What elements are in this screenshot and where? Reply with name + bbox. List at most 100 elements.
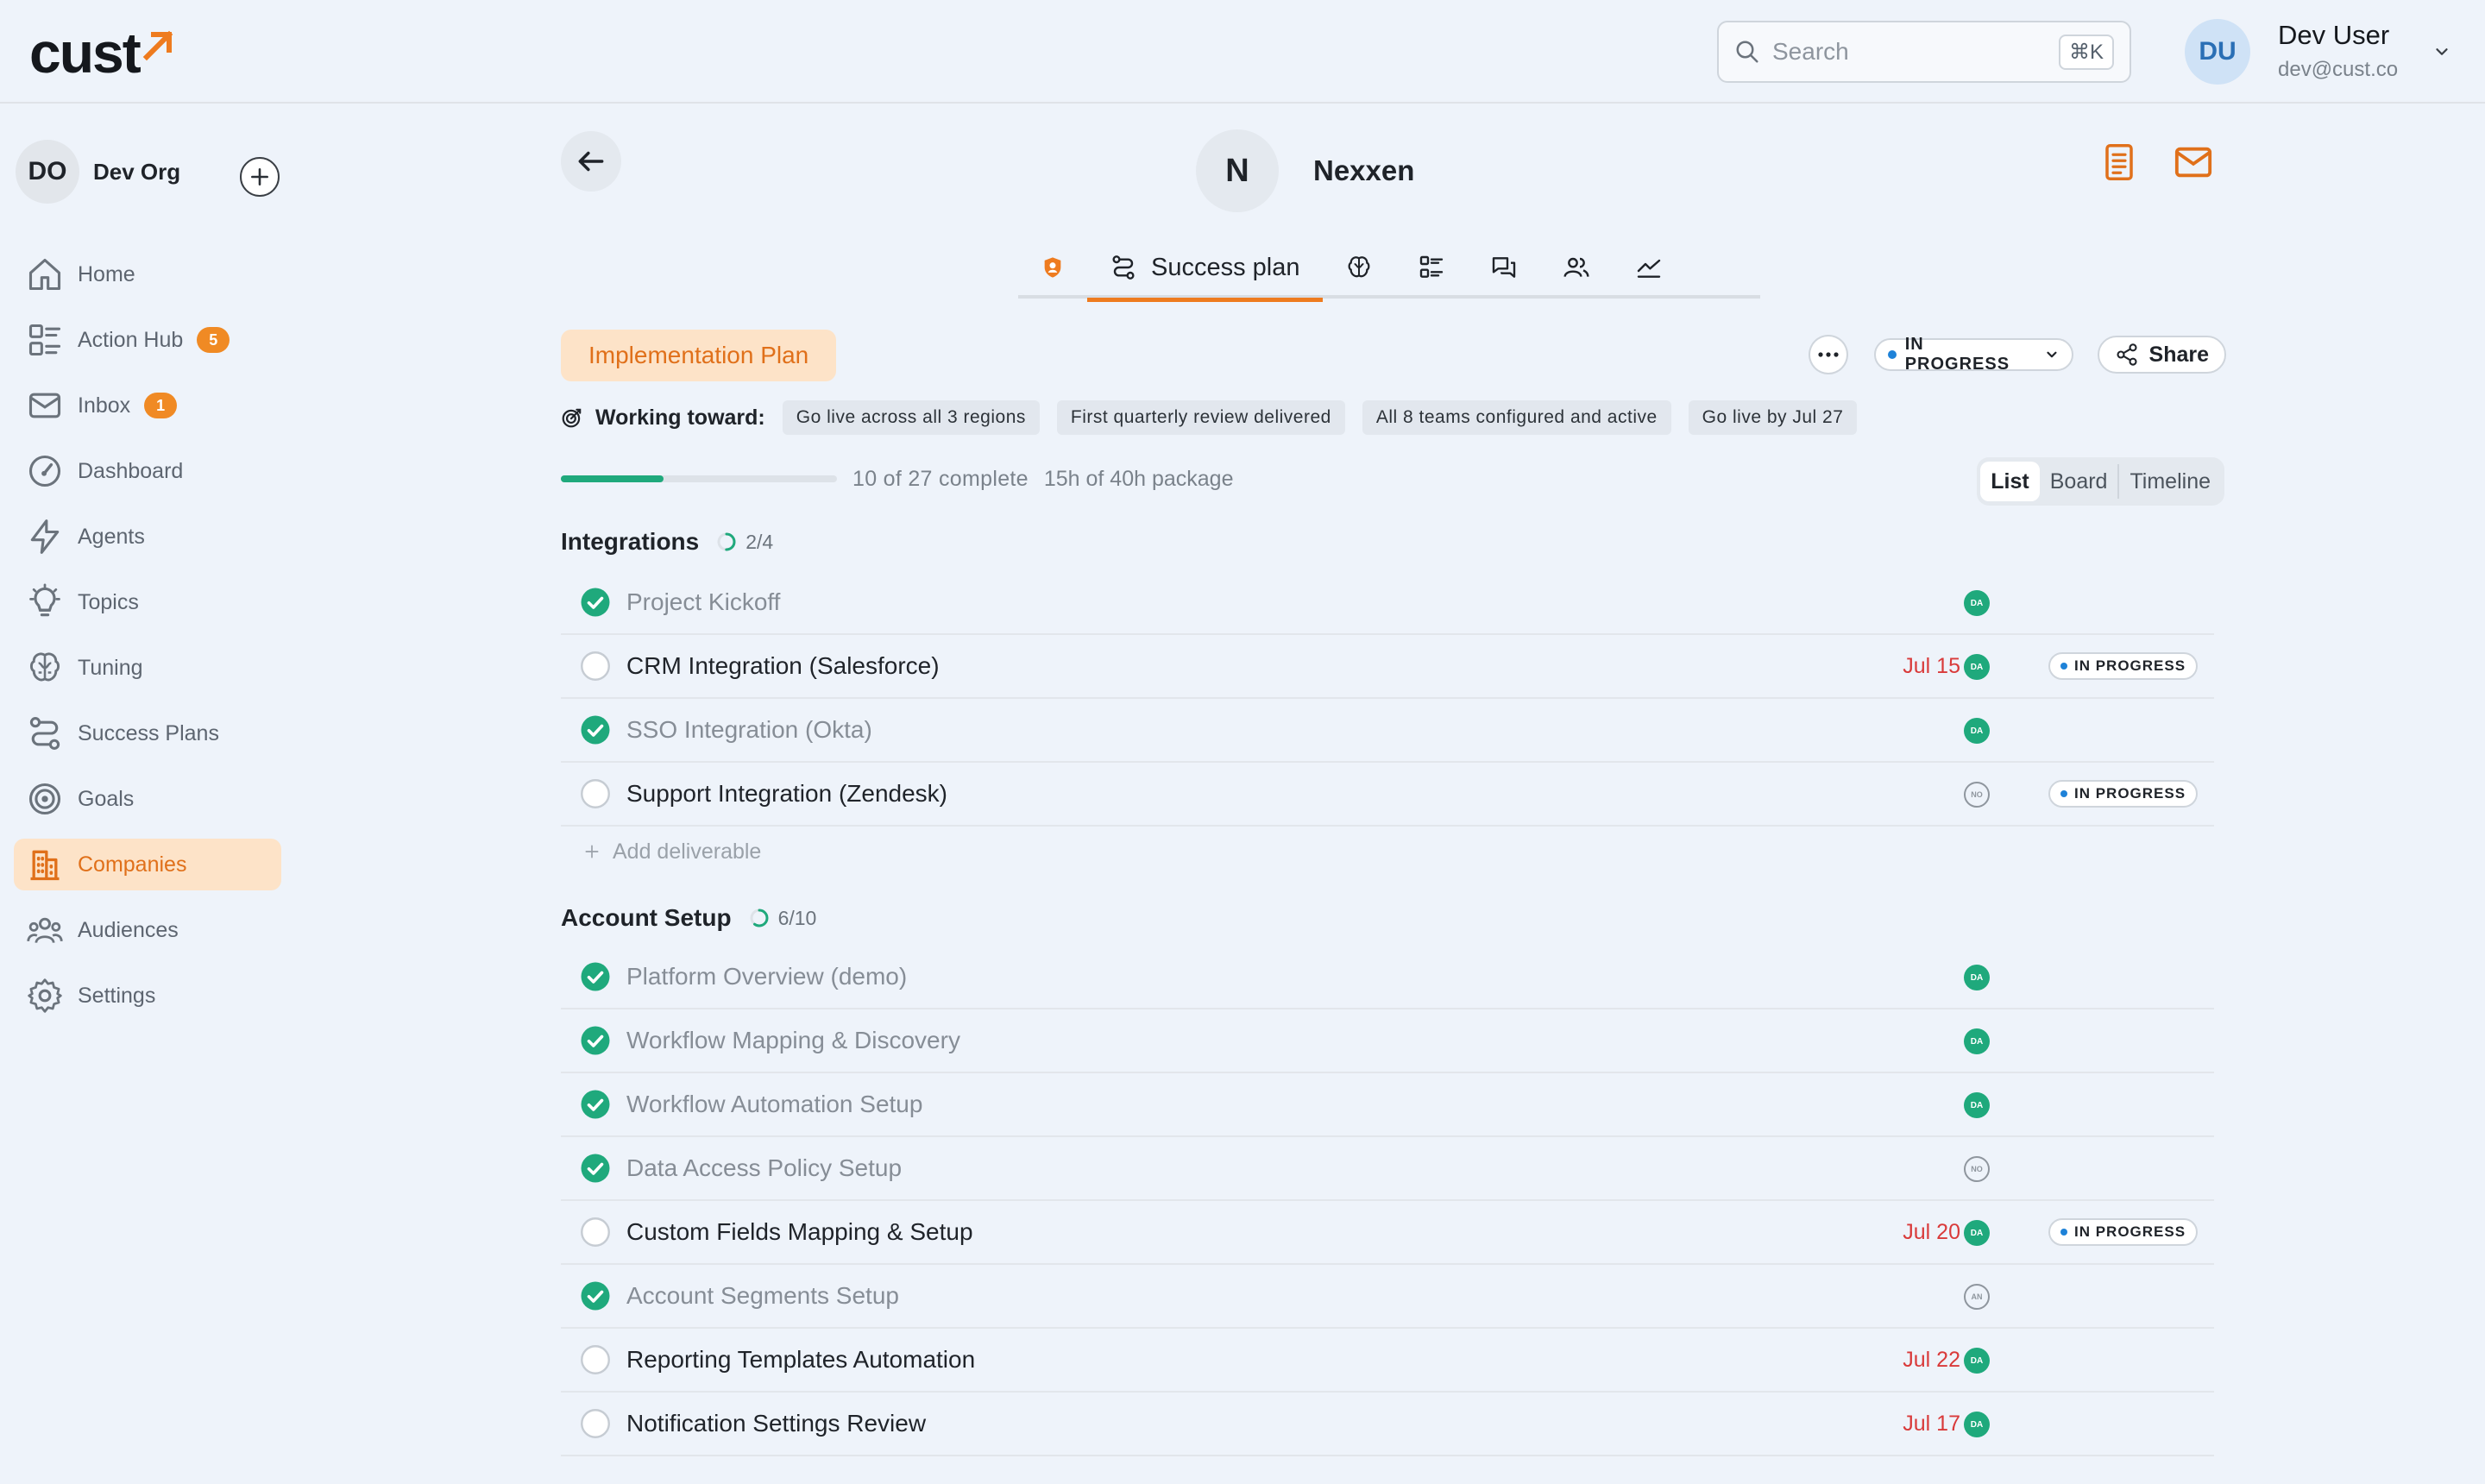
sidebar-item-companies[interactable]: Companies xyxy=(14,839,281,890)
table-row[interactable]: Workflow Automation Setup DA xyxy=(561,1073,2214,1137)
status-badge[interactable]: IN PROGRESS xyxy=(2048,780,2199,808)
table-row[interactable]: CRM Integration (Salesforce) Jul 15 DA I… xyxy=(561,635,2214,699)
sidebar-item-success-plans[interactable]: Success Plans xyxy=(14,707,281,759)
assignee-avatar[interactable]: AN xyxy=(1964,1284,1990,1310)
sidebar-item-goals[interactable]: Goals xyxy=(14,773,281,825)
add-deliverable-button[interactable]: Add deliverable xyxy=(561,827,2214,877)
empty-circle-icon[interactable] xyxy=(580,651,611,682)
sidebar-item-dashboard[interactable]: Dashboard xyxy=(14,445,281,497)
email-button[interactable] xyxy=(2171,140,2216,185)
plan-status-select[interactable]: IN PROGRESS xyxy=(1873,335,2073,374)
tab-success-plan[interactable]: Success plan xyxy=(1087,236,1323,302)
assignee-avatar[interactable]: DA xyxy=(1964,1220,1990,1246)
tab-contacts[interactable] xyxy=(1540,236,1613,299)
table-row[interactable]: Notification Settings Review Jul 17 DA xyxy=(561,1393,2214,1456)
sidebar-item-agents[interactable]: Agents xyxy=(14,511,281,563)
tab-analytics[interactable] xyxy=(1613,236,1685,299)
working-toward-label: Working toward: xyxy=(595,405,765,430)
add-org-button[interactable] xyxy=(240,157,280,197)
sidebar-item-tuning[interactable]: Tuning xyxy=(14,642,281,694)
assignee-avatar[interactable]: DA xyxy=(1964,1092,1990,1118)
plus-icon xyxy=(585,845,599,858)
check-circle-icon[interactable] xyxy=(580,714,611,745)
org-name: Dev Org xyxy=(93,158,181,185)
search-box[interactable]: ⌘K xyxy=(1717,21,2131,83)
goal-chip[interactable]: Go live by Jul 27 xyxy=(1688,400,1858,435)
sidebar-item-settings[interactable]: Settings xyxy=(14,970,281,1022)
assignee-avatar[interactable]: DA xyxy=(1964,965,1990,990)
table-row[interactable]: Platform Overview (demo) DA xyxy=(561,946,2214,1009)
assignee-avatar[interactable]: NO xyxy=(1964,782,1990,808)
goal-chip[interactable]: All 8 teams configured and active xyxy=(1362,400,1671,435)
sidebar-item-topics[interactable]: Topics xyxy=(14,576,281,628)
assignee-avatar[interactable]: DA xyxy=(1964,718,1990,744)
assignee-avatar[interactable]: DA xyxy=(1964,1412,1990,1437)
sidebar-item-label: Topics xyxy=(78,589,139,614)
plan-title[interactable]: Implementation Plan xyxy=(561,330,837,381)
users-icon xyxy=(1563,257,1589,277)
empty-circle-icon[interactable] xyxy=(580,1344,611,1375)
status-label: IN PROGRESS xyxy=(2074,1223,2186,1240)
share-button[interactable]: Share xyxy=(2097,336,2226,374)
deliverable-title: Account Segments Setup xyxy=(626,1282,899,1309)
check-circle-icon[interactable] xyxy=(580,587,611,618)
table-row[interactable]: Reporting Templates Automation Jul 22 DA xyxy=(561,1329,2214,1393)
table-row[interactable]: Workflow Mapping & Discovery DA xyxy=(561,1009,2214,1073)
status-badge[interactable]: IN PROGRESS xyxy=(2048,1218,2199,1246)
check-circle-icon[interactable] xyxy=(580,1280,611,1311)
table-row[interactable]: Project Kickoff DA xyxy=(561,571,2214,635)
deliverable-title: CRM Integration (Salesforce) xyxy=(626,652,940,679)
action-hub-icon xyxy=(28,324,61,356)
table-row[interactable]: Account Segments Setup AN xyxy=(561,1265,2214,1329)
table-row[interactable]: SSO Integration (Okta) DA xyxy=(561,699,2214,763)
view-timeline-button[interactable]: Timeline xyxy=(2119,462,2221,501)
status-badge[interactable]: IN PROGRESS xyxy=(2048,652,2199,680)
user-menu[interactable]: DU Dev User dev@cust.co xyxy=(2185,17,2451,86)
table-row[interactable]: Data Access Policy Setup NO xyxy=(561,1137,2214,1201)
plan-status-label: IN PROGRESS xyxy=(1904,335,2010,374)
assignee-avatar[interactable]: DA xyxy=(1964,1348,1990,1374)
view-board-button[interactable]: Board xyxy=(2040,462,2118,501)
assignee-avatar[interactable]: DA xyxy=(1964,654,1990,680)
notes-button[interactable] xyxy=(2097,140,2142,185)
deliverable-title: Platform Overview (demo) xyxy=(626,963,908,990)
tab-tasks[interactable] xyxy=(1395,236,1468,299)
search-input[interactable] xyxy=(1772,38,2059,66)
section-count: 6/10 xyxy=(777,906,817,929)
check-circle-icon[interactable] xyxy=(580,1089,611,1120)
check-circle-icon[interactable] xyxy=(580,1153,611,1184)
sidebar-item-action-hub[interactable]: Action Hub 5 xyxy=(14,314,281,366)
assignee-avatar[interactable]: DA xyxy=(1964,1028,1990,1054)
assignee-avatar[interactable]: DA xyxy=(1964,590,1990,616)
table-row[interactable]: Custom Fields Mapping & Setup Jul 20 DA … xyxy=(561,1201,2214,1265)
empty-circle-icon[interactable] xyxy=(580,1217,611,1248)
sidebar-item-inbox[interactable]: Inbox 1 xyxy=(14,380,281,431)
empty-circle-icon[interactable] xyxy=(580,778,611,809)
status-label: IN PROGRESS xyxy=(2074,657,2186,674)
mail-icon xyxy=(2174,147,2212,178)
empty-circle-icon[interactable] xyxy=(580,1408,611,1439)
assignee-avatar[interactable]: NO xyxy=(1964,1156,1990,1182)
share-label: Share xyxy=(2148,342,2209,367)
goal-chip[interactable]: Go live across all 3 regions xyxy=(782,400,1040,435)
chevron-down-icon[interactable] xyxy=(2432,42,2451,61)
section-header-account-setup[interactable]: Account Setup 6/10 xyxy=(561,899,816,937)
org-switcher[interactable]: DO Dev Org xyxy=(16,140,180,204)
check-circle-icon[interactable] xyxy=(580,961,611,992)
tab-overview[interactable] xyxy=(1018,236,1087,299)
cust-logo[interactable]: cust xyxy=(29,22,176,83)
sidebar-item-home[interactable]: Home xyxy=(14,248,281,300)
goal-chip[interactable]: First quarterly review delivered xyxy=(1056,400,1345,435)
table-row[interactable]: Support Integration (Zendesk) NO IN PROG… xyxy=(561,763,2214,827)
view-list-button[interactable]: List xyxy=(1980,462,2040,501)
back-button[interactable] xyxy=(561,131,621,192)
lightbulb-icon xyxy=(29,583,60,617)
sidebar-item-audiences[interactable]: Audiences xyxy=(14,904,281,956)
check-circle-icon[interactable] xyxy=(580,1025,611,1056)
more-options-button[interactable] xyxy=(1809,335,1848,374)
section-header-integrations[interactable]: Integrations 2/4 xyxy=(561,523,773,561)
tab-insights[interactable] xyxy=(1323,236,1395,299)
deliverable-title: Reporting Templates Automation xyxy=(626,1346,976,1373)
tab-conversations[interactable] xyxy=(1468,236,1540,299)
status-dot xyxy=(2060,790,2067,797)
